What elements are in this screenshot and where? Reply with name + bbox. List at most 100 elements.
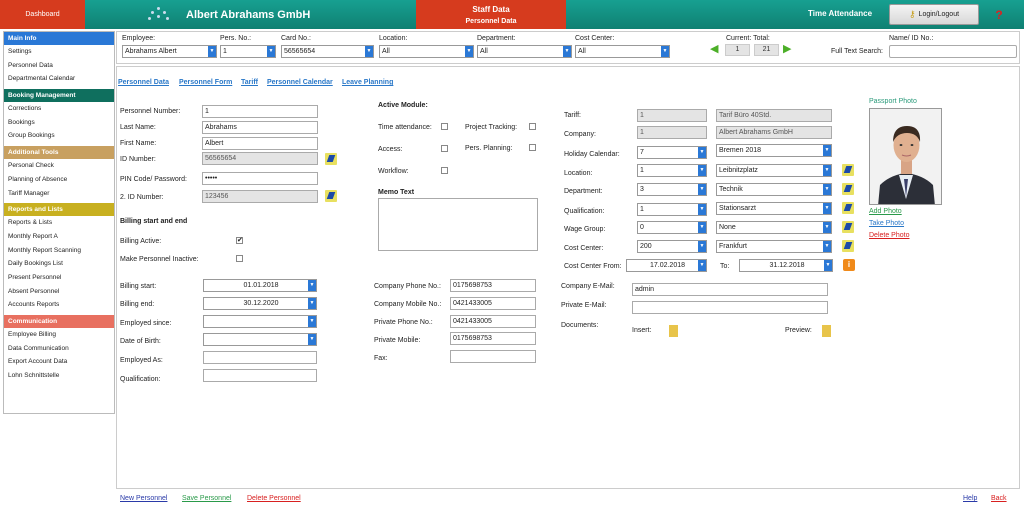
cardno-select[interactable]: 56565654 ▼ [281, 45, 374, 58]
lastname-input[interactable]: Abrahams [202, 121, 318, 134]
sidebar-item[interactable]: Accounts Reports [4, 298, 114, 312]
qualification-personal-input[interactable] [203, 369, 317, 382]
save-personnel-link[interactable]: Save Personnel [182, 495, 231, 502]
sidebar-item[interactable]: Monthly Report Scanning [4, 244, 114, 258]
private-email-input[interactable] [632, 301, 828, 314]
tab-personnel-form[interactable]: Personnel Form [179, 79, 232, 86]
sidebar-item[interactable]: Settings [4, 45, 114, 59]
sidebar-item[interactable]: Employee Billing [4, 328, 114, 342]
login-logout-button[interactable]: ⚷ Login/Logout [889, 4, 979, 25]
costcenter-id-select[interactable]: 200 ▼ [637, 240, 707, 253]
company-mobile-input[interactable]: 0421433005 [450, 297, 536, 310]
billing-start-select[interactable]: 01.01.2018 ▼ [203, 279, 317, 292]
sidebar-item[interactable]: Monthly Report A [4, 230, 114, 244]
edit-location-icon[interactable] [842, 164, 854, 176]
department-name-select[interactable]: Technik ▼ [716, 183, 832, 196]
sidebar-item[interactable]: Export Account Data [4, 355, 114, 369]
help-icon[interactable]: ? [993, 9, 1005, 21]
full-text-search-input[interactable] [889, 45, 1017, 58]
department-filter-select[interactable]: All ▼ [477, 45, 572, 58]
tab-tariff[interactable]: Tariff [241, 79, 258, 86]
preview-folder-icon[interactable] [822, 325, 831, 337]
fax-input[interactable] [450, 350, 536, 363]
new-personnel-link[interactable]: New Personnel [120, 495, 167, 502]
sidebar-item[interactable]: Planning of Absence [4, 173, 114, 187]
holiday-id-select[interactable]: 7 ▼ [637, 146, 707, 159]
wage-id-select[interactable]: 0 ▼ [637, 221, 707, 234]
firstname-input[interactable]: Albert [202, 137, 318, 150]
sidebar-item[interactable]: Departmental Calendar [4, 72, 114, 86]
private-mobile-input[interactable]: 0175698753 [450, 332, 536, 345]
time-attendance-checkbox[interactable] [441, 123, 448, 130]
previous-arrow-icon[interactable]: ◀ [710, 44, 722, 55]
insert-folder-icon[interactable] [669, 325, 678, 337]
company-phone-input[interactable]: 0175698753 [450, 279, 536, 292]
next-arrow-icon[interactable]: ▶ [783, 44, 795, 55]
costcenter-name-select[interactable]: Frankfurt ▼ [716, 240, 832, 253]
location-filter-select[interactable]: All ▼ [379, 45, 474, 58]
sidebar-item[interactable]: Absent Personnel [4, 285, 114, 299]
sidebar-item[interactable]: Daily Bookings List [4, 257, 114, 271]
sidebar-section-header[interactable]: Booking Management [4, 89, 114, 103]
take-photo-link[interactable]: Take Photo [869, 220, 904, 227]
persnum-input[interactable]: 1 [202, 105, 318, 118]
tab-personnel-data[interactable]: Personnel Data [118, 79, 169, 86]
dob-select[interactable]: ▼ [203, 333, 317, 346]
cc-from-select[interactable]: 17.02.2018 ▼ [626, 259, 707, 272]
edit-wage-icon[interactable] [842, 221, 854, 233]
employed-since-select[interactable]: ▼ [203, 315, 317, 328]
access-checkbox[interactable] [441, 145, 448, 152]
dashboard-button[interactable]: Dashboard [0, 0, 85, 29]
sidebar-item[interactable]: Reports & Lists [4, 216, 114, 230]
holiday-name-select[interactable]: Bremen 2018 ▼ [716, 144, 832, 157]
qualification-id-select[interactable]: 1 ▼ [637, 203, 707, 216]
sidebar-item[interactable]: Personal Check [4, 159, 114, 173]
sidebar-item[interactable]: Data Communication [4, 342, 114, 356]
edit-id2-icon[interactable] [325, 190, 337, 202]
edit-qualification-icon[interactable] [842, 202, 854, 214]
qualification-name-select[interactable]: Stationsarzt ▼ [716, 202, 832, 215]
sidebar-section-header[interactable]: Main Info [4, 32, 114, 45]
company-email-input[interactable]: admin [632, 283, 828, 296]
inactive-checkbox[interactable] [236, 255, 243, 262]
employee-select[interactable]: Abrahams Albert ▼ [122, 45, 217, 58]
billing-active-checkbox[interactable] [236, 236, 243, 244]
edit-id-icon[interactable] [325, 153, 337, 165]
sidebar-section-header[interactable]: Reports and Lists [4, 203, 114, 217]
department-id-select[interactable]: 3 ▼ [637, 183, 707, 196]
cc-to-select[interactable]: 31.12.2018 ▼ [739, 259, 833, 272]
back-link[interactable]: Back [991, 495, 1007, 502]
location-name-select[interactable]: Leibnitzplatz ▼ [716, 164, 832, 177]
costcenter-filter-select[interactable]: All ▼ [575, 45, 670, 58]
tab-personnel-calendar[interactable]: Personnel Calendar [267, 79, 333, 86]
memo-textarea[interactable] [378, 198, 538, 251]
sidebar-item[interactable]: Present Personnel [4, 271, 114, 285]
sidebar-item[interactable]: Tariff Manager [4, 187, 114, 201]
private-phone-input[interactable]: 0421433005 [450, 315, 536, 328]
project-tracking-checkbox[interactable] [529, 123, 536, 130]
edit-costcenter-icon[interactable] [842, 240, 854, 252]
add-photo-link[interactable]: Add Photo [869, 208, 902, 215]
sidebar-item[interactable]: Group Bookings [4, 129, 114, 143]
sidebar-item[interactable]: Bookings [4, 116, 114, 130]
pers-planning-checkbox[interactable] [529, 144, 536, 151]
sidebar-item[interactable]: Personnel Data [4, 59, 114, 73]
wage-name-select[interactable]: None ▼ [716, 221, 832, 234]
delete-photo-link[interactable]: Delete Photo [869, 232, 909, 239]
company-label: Company: [564, 131, 596, 138]
persno-select[interactable]: 1 ▼ [220, 45, 276, 58]
delete-personnel-link[interactable]: Delete Personnel [247, 495, 301, 502]
edit-department-icon[interactable] [842, 183, 854, 195]
tab-leave-planning[interactable]: Leave Planning [342, 79, 393, 86]
sidebar-section-header[interactable]: Communication [4, 315, 114, 328]
pin-input[interactable]: ••••• [202, 172, 318, 185]
sidebar-section-header[interactable]: Additional Tools [4, 146, 114, 160]
location-id-select[interactable]: 1 ▼ [637, 164, 707, 177]
help-link[interactable]: Help [963, 495, 977, 502]
billing-end-select[interactable]: 30.12.2020 ▼ [203, 297, 317, 310]
info-icon[interactable]: i [843, 259, 855, 271]
sidebar-item[interactable]: Lohn Schnittstelle [4, 369, 114, 383]
workflow-checkbox[interactable] [441, 167, 448, 174]
sidebar-item[interactable]: Corrections [4, 102, 114, 116]
employed-as-input[interactable] [203, 351, 317, 364]
